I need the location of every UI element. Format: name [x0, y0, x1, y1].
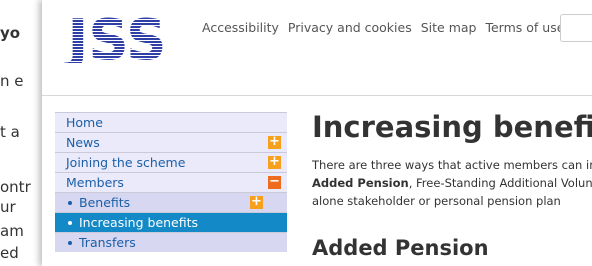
background-text: yo — [0, 24, 21, 42]
sidebar-nav: Home News + Joining the scheme + Members… — [55, 112, 287, 252]
jss-logo[interactable]: JSS — [60, 8, 175, 63]
expand-icon[interactable]: + — [268, 155, 281, 169]
bullet-icon — [68, 220, 72, 225]
nav-item-label: Home — [66, 115, 103, 130]
intro-paragraph: There are three ways that active members… — [312, 156, 592, 210]
nav-item-increasing-benefits[interactable]: Increasing benefits — [55, 212, 287, 232]
nav-item-joining[interactable]: Joining the scheme + — [55, 152, 287, 172]
background-text: ur — [0, 198, 16, 216]
bullet-icon — [68, 200, 72, 205]
added-pension-bold: Added Pension — [312, 176, 409, 190]
section-heading: Added Pension — [312, 236, 489, 260]
background-text: n e — [0, 72, 24, 90]
paragraph-line: alone stakeholder or personal pension pl… — [312, 194, 561, 208]
collapse-icon[interactable]: − — [268, 175, 281, 189]
nav-item-label: Members — [66, 175, 124, 190]
paragraph-text: , Free-Standing Additional Voluntar — [408, 176, 592, 190]
nav-item-members[interactable]: Members − — [55, 172, 287, 192]
nav-item-benefits[interactable]: Benefits + — [55, 192, 287, 212]
nav-item-label: Joining the scheme — [66, 155, 186, 170]
privacy-link[interactable]: Privacy and cookies — [288, 20, 412, 35]
nav-item-transfers[interactable]: Transfers — [55, 232, 287, 252]
background-text: am — [0, 222, 24, 240]
bullet-icon — [68, 240, 72, 245]
nav-item-label: Transfers — [79, 235, 136, 250]
paragraph-line: There are three ways that active members… — [312, 158, 592, 172]
terms-link[interactable]: Terms of use — [485, 20, 564, 35]
accessibility-link[interactable]: Accessibility — [202, 20, 279, 35]
nav-item-label: Benefits — [79, 195, 131, 210]
top-links: Accessibility Privacy and cookies Site m… — [202, 20, 564, 35]
expand-icon[interactable]: + — [250, 195, 263, 209]
paragraph-line: Added Pension, Free-Standing Additional … — [312, 174, 592, 192]
main-content: Increasing benefits There are three ways… — [312, 110, 592, 260]
browser-window: JSS Accessibility Privacy and cookies Si… — [42, 0, 592, 266]
nav-item-label: Increasing benefits — [79, 215, 199, 230]
sitemap-link[interactable]: Site map — [421, 20, 477, 35]
expand-icon[interactable]: + — [268, 135, 281, 149]
logo-text: JSS — [64, 8, 167, 63]
background-text: ed — [0, 244, 19, 262]
site-header: JSS Accessibility Privacy and cookies Si… — [42, 0, 592, 96]
background-text: ontr — [0, 178, 31, 196]
page-title: Increasing benefits — [312, 110, 592, 144]
nav-item-home[interactable]: Home — [55, 112, 287, 132]
search-input[interactable] — [560, 14, 592, 42]
nav-item-news[interactable]: News + — [55, 132, 287, 152]
nav-item-label: News — [66, 135, 100, 150]
background-text: t a — [0, 123, 20, 141]
